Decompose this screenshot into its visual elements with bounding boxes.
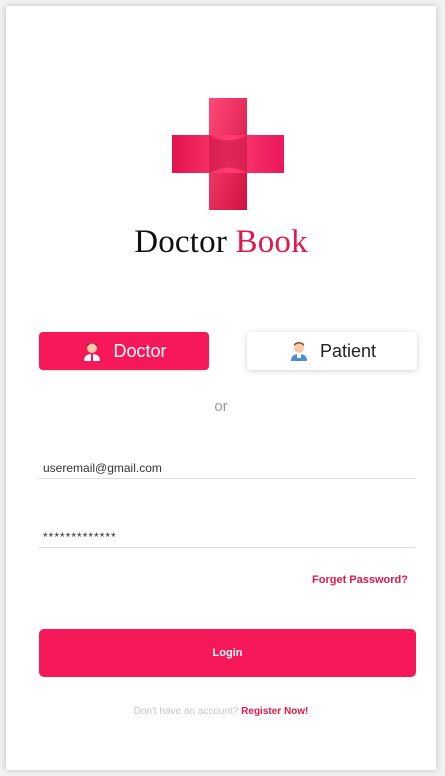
register-link[interactable]: Register Now! (241, 706, 308, 717)
patient-role-button[interactable]: Patient (247, 332, 417, 370)
app-title-book: Book (235, 224, 308, 260)
medical-cross-logo (172, 98, 284, 210)
patient-avatar-icon (290, 342, 307, 361)
or-separator: or (214, 398, 228, 415)
doctor-avatar-icon (84, 343, 101, 361)
email-field[interactable]: useremail@gmail.com (39, 457, 415, 479)
login-button[interactable]: Login (39, 629, 416, 677)
password-field[interactable]: ************* (39, 526, 415, 548)
doctor-role-button[interactable]: Doctor (39, 332, 209, 370)
forget-password-link[interactable]: Forget Password? (312, 574, 408, 586)
doctor-role-label: Doctor (113, 340, 167, 361)
app-title-doctor: Doctor (134, 224, 228, 260)
register-prompt: Don't have an account? Register Now! (6, 706, 436, 717)
patient-role-label: Patient (319, 340, 377, 361)
register-question: Don't have an account? (133, 706, 239, 717)
app-title: Doctor Book (6, 224, 436, 261)
login-screen: Doctor Book Doctor Patient or useremail@… (6, 6, 436, 770)
